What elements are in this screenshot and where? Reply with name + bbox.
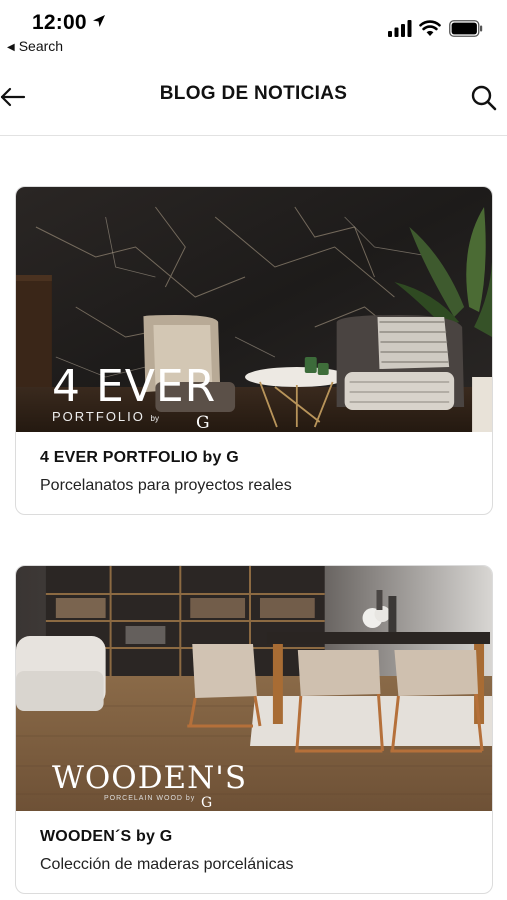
battery-icon xyxy=(449,20,483,37)
brand-logo-subtext: PORCELAIN WOOD by xyxy=(104,795,196,802)
search-icon[interactable] xyxy=(470,84,498,112)
brand-logo-subtext: PORTFOLIO by xyxy=(52,409,159,424)
status-time: 12:00 xyxy=(32,11,87,34)
brand-logo-text: 4 EVER xyxy=(52,361,217,412)
wifi-icon xyxy=(419,20,441,36)
brand-logo-g: G xyxy=(196,413,210,432)
post-title: WOODEN´S by G xyxy=(40,828,173,845)
brand-logo-text: WOODEN'S xyxy=(52,760,248,796)
back-triangle-icon: ◀ xyxy=(7,42,15,53)
back-to-app-link[interactable]: ◀ Search xyxy=(7,38,63,54)
back-app-label: Search xyxy=(18,38,64,54)
post-image-wood-dining: WOODEN'S PORCELAIN WOOD by G xyxy=(16,566,492,811)
blog-post-card[interactable]: 4 EVER PORTFOLIO by G 4 EVER PORTFOLIO b… xyxy=(15,186,493,515)
post-image-marble-lounge: 4 EVER PORTFOLIO by G xyxy=(16,187,492,432)
location-arrow-icon xyxy=(93,15,105,27)
card-body: 4 EVER PORTFOLIO by G Porcelanatos para … xyxy=(16,432,492,495)
nav-bar: BLOG DE NOTICIAS xyxy=(0,70,507,136)
blog-post-card[interactable]: WOODEN'S PORCELAIN WOOD by G WOODEN´S by… xyxy=(15,565,493,894)
status-bar: 12:00 ◀ Search xyxy=(0,0,507,58)
page-title: BLOG DE NOTICIAS xyxy=(159,83,348,104)
post-subtitle: Colección de maderas porcelánicas xyxy=(40,856,294,873)
brand-logo-g: G xyxy=(201,795,213,811)
cellular-signal-icon xyxy=(388,20,412,37)
card-body: WOODEN´S by G Colección de maderas porce… xyxy=(16,811,492,874)
post-subtitle: Porcelanatos para proyectos reales xyxy=(40,477,292,494)
post-title: 4 EVER PORTFOLIO by G xyxy=(40,449,239,466)
